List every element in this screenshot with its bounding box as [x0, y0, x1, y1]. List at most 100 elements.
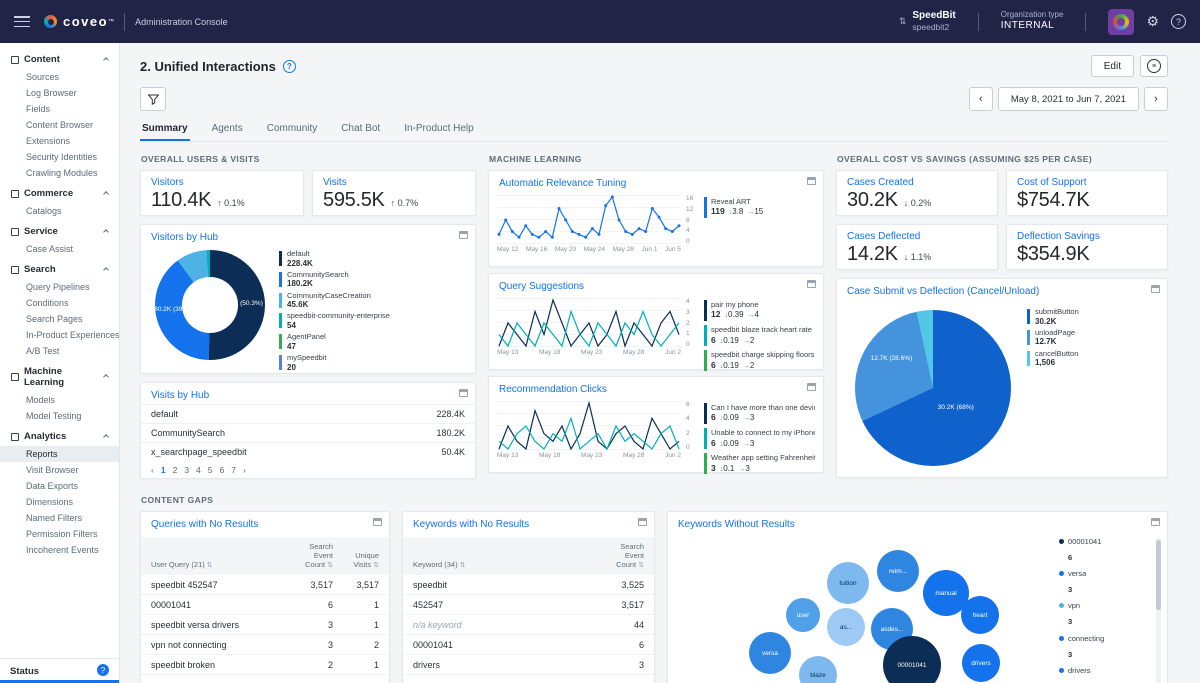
- sidebar-item[interactable]: Named Filters: [0, 510, 119, 526]
- card-options-icon[interactable]: [807, 177, 816, 185]
- visitors-donut-chart[interactable]: 228.4K (50.3%) 180.2K (39.7%): [155, 250, 265, 360]
- column-header[interactable]: SearchEventCount⇅: [281, 542, 333, 572]
- column-header[interactable]: SearchEventCount⇅: [584, 542, 644, 572]
- sidebar-item[interactable]: Permission Filters: [0, 526, 119, 542]
- sidebar-item[interactable]: Case Assist: [0, 241, 119, 257]
- metric-list-item[interactable]: Unable to connect to my iPhone 6↓0.09→3: [704, 428, 815, 449]
- metric-list-item[interactable]: speedbit charge skipping floors 6↓0.19→2: [704, 350, 815, 371]
- keyword-bubble[interactable]: as...: [827, 608, 865, 646]
- sidebar-item[interactable]: Dimensions: [0, 494, 119, 510]
- sidebar-section-header-search[interactable]: Search: [0, 257, 119, 279]
- card-options-icon[interactable]: [459, 231, 468, 239]
- keyword-bubble-chart[interactable]: tuitionreim...manualuseras...asdes...hea…: [698, 535, 1068, 683]
- sidebar-item[interactable]: Content Browser: [0, 117, 119, 133]
- next-period-button[interactable]: ›: [1144, 87, 1168, 111]
- status-help-icon[interactable]: ?: [97, 664, 109, 676]
- legend-item[interactable]: vpn 3: [1059, 601, 1145, 629]
- table-row[interactable]: 452547 3,517: [403, 595, 654, 615]
- table-row[interactable]: 00001041 6 1: [141, 595, 389, 615]
- keyword-bubble[interactable]: versa: [749, 632, 791, 674]
- keyword-bubble[interactable]: user: [786, 598, 820, 632]
- sidebar-item[interactable]: Extensions: [0, 133, 119, 149]
- sidebar-section-header-commerce[interactable]: Commerce: [0, 181, 119, 203]
- scrollbar-thumb[interactable]: [1156, 540, 1161, 610]
- page-number[interactable]: 4: [196, 465, 201, 475]
- sidebar-item[interactable]: In-Product Experiences: [0, 327, 119, 343]
- sidebar-item[interactable]: Data Exports: [0, 478, 119, 494]
- keyword-bubble[interactable]: blaze: [799, 656, 837, 683]
- table-row[interactable]: n/a keyword 44: [403, 615, 654, 635]
- legend-item[interactable]: CommunitySearch 180.2K: [279, 271, 465, 289]
- sidebar-item[interactable]: Model Testing: [0, 408, 119, 424]
- sidebar-section-header-content[interactable]: Content: [0, 47, 119, 69]
- legend-item[interactable]: cancelButton 1,506: [1027, 350, 1157, 368]
- menu-icon[interactable]: [14, 16, 30, 27]
- sidebar-item[interactable]: Conditions: [0, 295, 119, 311]
- keyword-bubble[interactable]: 00001041: [883, 636, 941, 683]
- sidebar-item[interactable]: Query Pipelines: [0, 279, 119, 295]
- table-row[interactable]: drivers 3: [403, 655, 654, 675]
- table-row[interactable]: x_searchpage_speedbit50.4K: [141, 442, 475, 461]
- table-row[interactable]: speedbit versa drivers 3 1: [141, 615, 389, 635]
- page-number[interactable]: 7: [231, 465, 236, 475]
- filter-button[interactable]: [140, 87, 166, 111]
- sidebar-item[interactable]: Fields: [0, 101, 119, 117]
- sidebar-item[interactable]: A/B Test: [0, 343, 119, 359]
- legend-item[interactable]: speedbit-community-enterprise 54: [279, 312, 465, 330]
- sidebar-item[interactable]: Sources: [0, 69, 119, 85]
- table-row[interactable]: speedbit 452547 3,517 3,517: [141, 575, 389, 595]
- org-switcher[interactable]: ⇅ SpeedBit speedbit2: [899, 10, 956, 32]
- card-options-icon[interactable]: [373, 518, 382, 526]
- tab[interactable]: Summary: [140, 121, 190, 141]
- date-range-picker[interactable]: May 8, 2021 to Jun 7, 2021: [998, 87, 1139, 111]
- sidebar-item[interactable]: Incoherent Events: [0, 542, 119, 558]
- sidebar-item[interactable]: Log Browser: [0, 85, 119, 101]
- line-chart[interactable]: [497, 401, 681, 451]
- tab[interactable]: Chat Bot: [339, 121, 382, 141]
- metric-list-item[interactable]: Can I have more than one device... 6↓0.0…: [704, 403, 815, 424]
- keyword-bubble[interactable]: reim...: [877, 550, 919, 592]
- legend-item[interactable]: 00001041 6: [1059, 537, 1145, 565]
- org-logo-tile[interactable]: [1108, 9, 1134, 35]
- legend-item[interactable]: submitButton 30.2K: [1027, 308, 1157, 326]
- table-row[interactable]: 00001041 6: [403, 635, 654, 655]
- page-previous-icon[interactable]: ‹: [151, 465, 154, 475]
- card-options-icon[interactable]: [1151, 285, 1160, 293]
- page-number[interactable]: 2: [173, 465, 178, 475]
- page-number[interactable]: 1: [161, 465, 166, 475]
- metric-list-item[interactable]: Reveal ART 119↓3.8→15: [704, 197, 815, 218]
- sidebar-item[interactable]: Visit Browser: [0, 462, 119, 478]
- page-number[interactable]: 3: [184, 465, 189, 475]
- sidebar-item[interactable]: Reports: [0, 446, 119, 462]
- table-row[interactable]: CommunitySearch180.2K: [141, 423, 475, 442]
- tab[interactable]: In-Product Help: [402, 121, 475, 141]
- legend-item[interactable]: CommunityCaseCreation 45.6K: [279, 292, 465, 310]
- sidebar-item[interactable]: Catalogs: [0, 203, 119, 219]
- help-icon[interactable]: ?: [1171, 14, 1186, 29]
- column-header[interactable]: UniqueVisits⇅: [333, 551, 379, 571]
- sidebar-item[interactable]: Crawling Modules: [0, 165, 119, 181]
- keyword-bubble[interactable]: tuition: [827, 562, 869, 604]
- legend-item[interactable]: AgentPanel 47: [279, 333, 465, 351]
- sidebar-section-header-analytics[interactable]: Analytics: [0, 424, 119, 446]
- table-row[interactable]: default228.4K: [141, 404, 475, 423]
- case-pie-chart[interactable]: 30.2K (68%) 12.7K (28.6%): [855, 310, 1011, 466]
- gear-icon[interactable]: ⚙: [1146, 13, 1159, 30]
- legend-item[interactable]: mySpeedbit 20: [279, 354, 465, 372]
- sidebar-item[interactable]: Search Pages: [0, 311, 119, 327]
- table-row[interactable]: speedbit 3,525: [403, 575, 654, 595]
- sidebar-item[interactable]: Security Identities: [0, 149, 119, 165]
- keyword-bubble[interactable]: drivers: [962, 644, 1000, 682]
- tab[interactable]: Agents: [210, 121, 245, 141]
- card-options-icon[interactable]: [807, 280, 816, 288]
- metric-list-item[interactable]: Weather app setting Fahrenheit t... 3↓0.…: [704, 453, 815, 474]
- legend-item[interactable]: default 228.4K: [279, 250, 465, 268]
- table-row[interactable]: speedbit broken 2 1: [141, 655, 389, 675]
- edit-button[interactable]: Edit: [1091, 55, 1134, 77]
- card-options-icon[interactable]: [459, 389, 468, 397]
- card-options-icon[interactable]: [1151, 518, 1160, 526]
- column-header[interactable]: User Query (21)⇅: [151, 560, 281, 571]
- page-next-icon[interactable]: ›: [243, 465, 246, 475]
- legend-item[interactable]: connecting 3: [1059, 634, 1145, 662]
- metric-list-item[interactable]: pair my phone 12↓0.39→4: [704, 300, 815, 321]
